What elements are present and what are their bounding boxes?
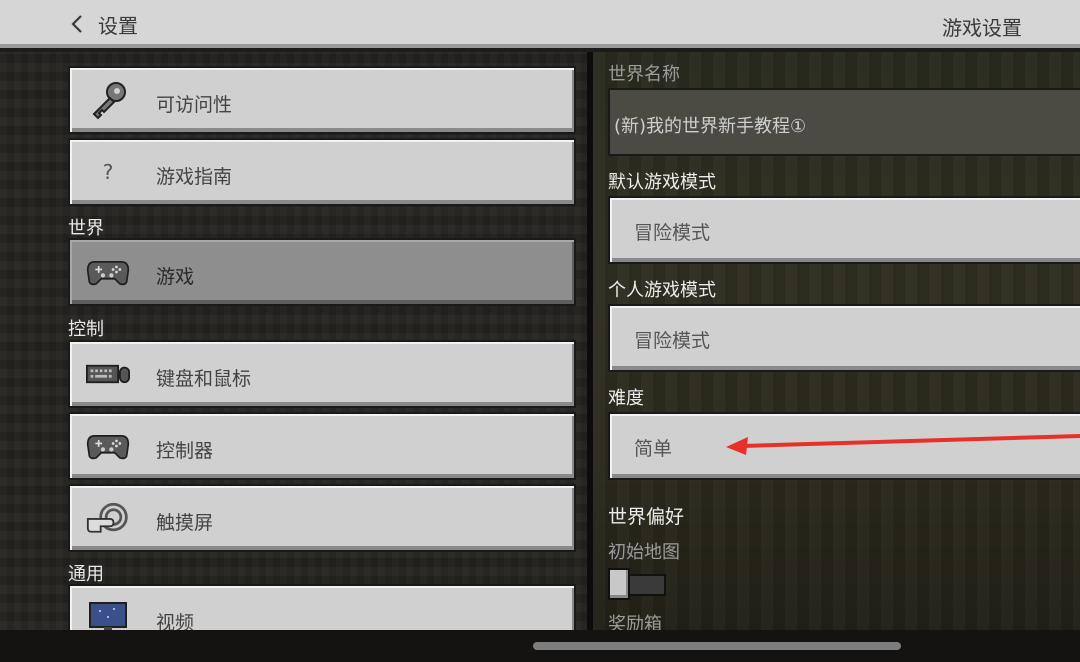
world-name-label: 世界名称 — [608, 64, 680, 85]
touch-icon — [86, 498, 130, 538]
toggle-knob — [608, 568, 630, 600]
question-glyph: ? — [102, 160, 114, 184]
nav-controller[interactable]: 控制器 — [68, 412, 576, 480]
world-name-input[interactable]: (新)我的世界新手教程① — [608, 88, 1080, 156]
nav-how-to-play[interactable]: ? 游戏指南 — [68, 138, 576, 206]
annotation-arrow-icon — [726, 434, 1080, 455]
controller-icon — [86, 252, 130, 292]
starting-map-label: 初始地图 — [608, 542, 680, 563]
section-controls: 控制 — [68, 319, 104, 340]
section-general: 通用 — [68, 564, 104, 585]
nav-accessibility-label: 可访问性 — [156, 94, 233, 116]
controller-icon — [86, 426, 130, 466]
difficulty-label: 难度 — [608, 388, 644, 409]
starting-map-toggle[interactable] — [608, 568, 666, 600]
nav-controller-label: 控制器 — [156, 440, 214, 462]
home-indicator[interactable] — [533, 642, 901, 650]
nav-keyboard-mouse-label: 键盘和鼠标 — [156, 368, 252, 390]
page-title: 游戏设置 — [942, 16, 1022, 40]
world-preferences-heading: 世界偏好 — [608, 506, 685, 528]
personal-game-mode-label: 个人游戏模式 — [608, 280, 716, 301]
section-world: 世界 — [68, 218, 104, 239]
keyboard-mouse-icon — [86, 354, 130, 394]
nav-game-label: 游戏 — [156, 266, 195, 288]
nav-touch-label: 触摸屏 — [156, 512, 214, 534]
personal-game-mode-dropdown[interactable]: 冒险模式 — [608, 304, 1080, 372]
nav-touch[interactable]: 触摸屏 — [68, 484, 576, 552]
chevron-left-icon — [71, 15, 82, 33]
nav-how-to-play-label: 游戏指南 — [156, 166, 233, 188]
top-bar: 设置 游戏设置 — [0, 0, 1080, 48]
nav-keyboard-mouse[interactable]: 键盘和鼠标 — [68, 340, 576, 408]
nav-game[interactable]: 游戏 — [68, 238, 576, 306]
default-game-mode-label: 默认游戏模式 — [608, 172, 716, 193]
nav-accessibility[interactable]: 可访问性 — [68, 66, 576, 134]
question-icon: ? — [86, 152, 130, 192]
back-button[interactable]: 设置 — [70, 6, 138, 42]
key-icon — [86, 80, 130, 120]
back-label: 设置 — [98, 13, 138, 38]
default-game-mode-dropdown[interactable]: 冒险模式 — [608, 196, 1080, 264]
